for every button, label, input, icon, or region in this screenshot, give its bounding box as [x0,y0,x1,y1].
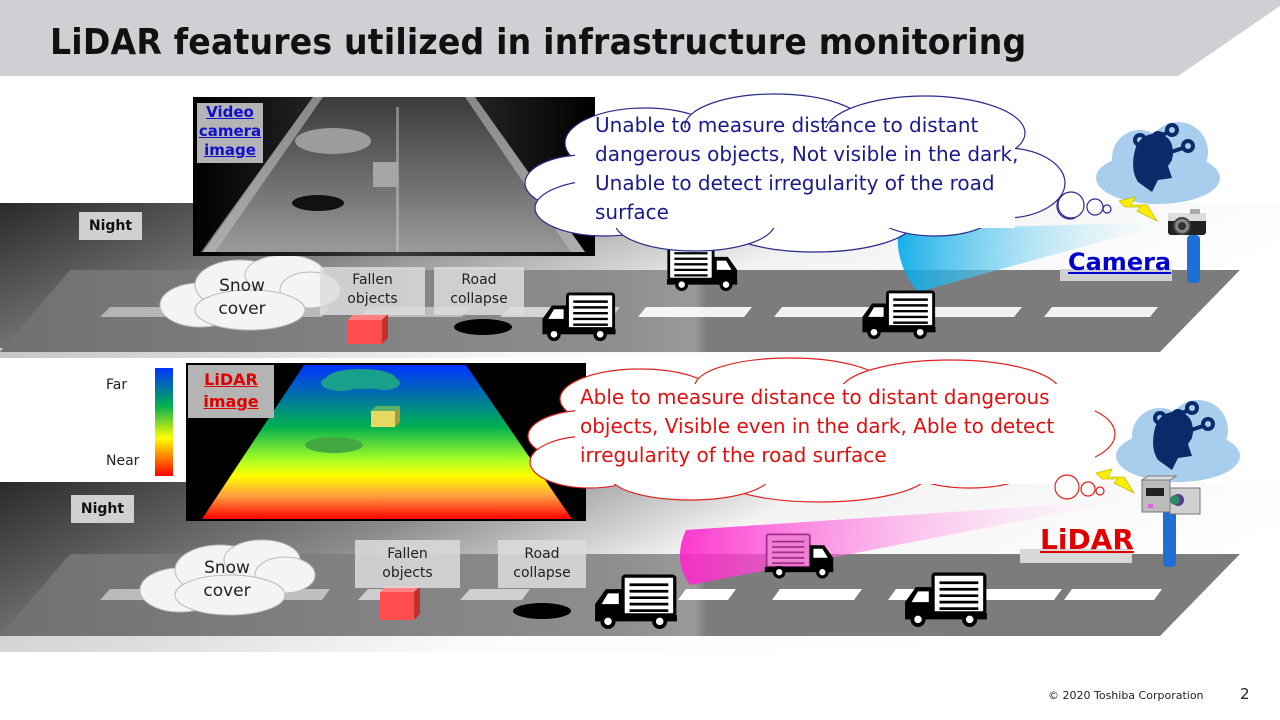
label-line: objects [347,291,398,307]
road-collapse-hole-icon [513,603,571,619]
thought-line: surface [595,200,669,224]
thought-line: Unable to detect irregularity of the roa… [595,171,995,195]
thought-line: Unable to measure distance to distant [595,113,979,137]
truck-icon [860,290,938,340]
slide-title: LiDAR features utilized in infrastructur… [50,22,1027,63]
label-line: cover [218,299,266,319]
image-tag-line: Video [206,103,254,121]
image-tag-line: camera [198,122,262,140]
snow-cover-label-lidar: Snow cover [197,557,257,603]
depth-color-legend [155,368,173,476]
truck-icon [540,292,618,342]
road-collapse-hole-icon [454,319,512,335]
label-line: Snow [204,558,250,578]
ai-cloud-icon [1096,122,1220,204]
thought-line: objects, Visible even in the dark, Able … [580,414,1055,438]
legend-near-label: Near [106,453,140,469]
lidar-thought-text: Able to measure distance to distant dang… [580,383,1054,470]
truck-icon [586,574,686,630]
fallen-object-cube-icon [348,314,388,344]
night-label-lidar: Night [71,495,134,523]
copyright-text: © 2020 Toshiba Corporation [1048,689,1204,702]
label-line: Fallen [352,272,393,288]
lidar-sensor-label: LiDAR [1040,523,1134,556]
lidar-image-tag: LiDAR image [188,365,274,418]
label-line: Fallen [387,546,428,562]
label-line: cover [203,581,251,601]
fallen-objects-label-lidar: Fallen objects [355,540,460,588]
label-line: Snow [219,276,265,296]
night-label-camera: Night [79,212,142,240]
label-line: collapse [513,565,571,581]
label-line: Road [524,546,560,562]
lightning-icon [1095,468,1136,494]
label-line: objects [382,565,433,581]
video-camera-device-icon [1168,209,1206,235]
image-tag-line: image [203,392,259,411]
fallen-object-cube-icon [380,586,420,620]
truck-icon-detected [763,531,835,581]
legend-far-label: Far [106,377,128,393]
lightning-icon [1118,196,1159,222]
image-tag-line: image [204,141,256,159]
thought-line: irregularity of the road surface [580,443,887,467]
camera-sensor-label: Camera [1068,248,1172,276]
thought-line: dangerous objects, Not visible in the da… [595,142,1019,166]
road-collapse-label-lidar: Road collapse [498,540,586,588]
image-tag-line: LiDAR [204,370,258,389]
camera-pole [1187,235,1200,283]
label-line: Road [461,272,497,288]
thought-line: Able to measure distance to distant dang… [580,385,1050,409]
snow-cover-label-camera: Snow cover [212,275,272,321]
page-number: 2 [1240,685,1250,703]
video-camera-image-tag: Video camera image [197,103,263,163]
label-line: collapse [450,291,508,307]
camera-thought-text: Unable to measure distance to distant da… [595,111,1018,227]
road-collapse-label-camera: Road collapse [434,267,524,315]
fallen-objects-label-camera: Fallen objects [320,267,425,315]
truck-icon [896,572,996,628]
lidar-device-icon [1140,475,1201,515]
